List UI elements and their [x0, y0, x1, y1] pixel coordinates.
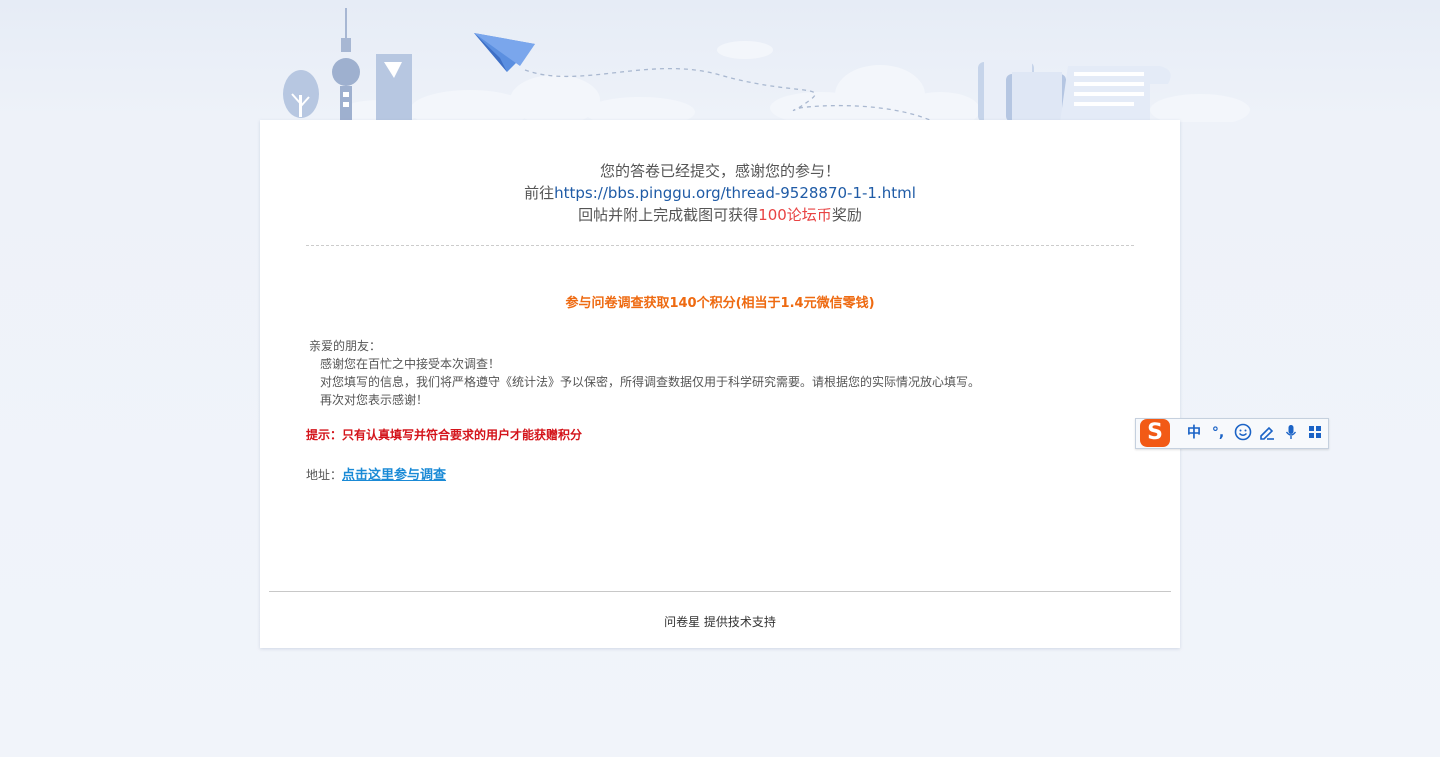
grid-icon[interactable] — [1305, 423, 1325, 443]
survey-address: 地址：点击这里参与调查 — [306, 464, 446, 483]
ime-language-toggle[interactable]: 中 — [1184, 423, 1204, 443]
letter-paragraph: 对您填写的信息，我们将严格遵守《统计法》予以保密，所得调查数据仅用于科学研究需要… — [320, 375, 981, 389]
forum-thread-link[interactable]: https://bbs.pinggu.org/thread-9528870-1-… — [554, 184, 916, 202]
survey-title: 参与问卷调查获取140个积分(相当于1.4元微信零钱) — [565, 296, 875, 311]
pen-icon[interactable] — [1257, 423, 1277, 443]
submitted-text: 您的答卷已经提交，感谢您的参与！ — [599, 162, 840, 180]
building-icon — [376, 54, 412, 122]
result-card: 您的答卷已经提交，感谢您的参与！ 前往https://bbs.pinggu.or… — [260, 120, 1180, 648]
footer-text: 提供技术支持 — [703, 615, 776, 629]
letter-paragraph: 感谢您在百忙之中接受本次调查！ — [320, 357, 501, 371]
letter-paragraph: 再次对您表示感谢！ — [320, 393, 429, 407]
footer-divider — [269, 591, 1171, 592]
invitation-letter: 亲爱的朋友： 感谢您在百忙之中接受本次调查！ 对您填写的信息，我们将严格遵守《统… — [306, 337, 980, 409]
tip-text: 提示：只有认真填写并符合要求的用户才能获赠积分 — [306, 428, 583, 442]
forum-link-line: 前往https://bbs.pinggu.org/thread-9528870-… — [524, 184, 916, 202]
submission-message: 您的答卷已经提交，感谢您的参与！ 前往https://bbs.pinggu.or… — [260, 160, 1180, 226]
books-icon — [978, 60, 1066, 122]
reward-amount: 100论坛币 — [758, 206, 832, 224]
footer: 问卷星 提供技术支持 — [260, 613, 1180, 630]
ime-punctuation-toggle[interactable]: °, — [1208, 423, 1228, 443]
header-illustration — [283, 8, 1250, 122]
letter-greeting: 亲爱的朋友： — [309, 339, 382, 353]
sogou-logo-icon[interactable]: S — [1140, 419, 1170, 447]
dashed-divider — [306, 245, 1134, 246]
address-label: 地址： — [306, 468, 343, 482]
reward-line: 回帖并附上完成截图可获得100论坛币奖励 — [578, 206, 862, 224]
ime-toolbar[interactable]: S 中 °, — [1135, 418, 1329, 449]
microphone-icon[interactable] — [1281, 423, 1301, 443]
paper-plane-icon — [474, 33, 535, 72]
smiley-icon[interactable] — [1233, 423, 1253, 443]
participate-survey-link[interactable]: 点击这里参与调查 — [342, 468, 446, 483]
tree-icon — [283, 70, 319, 118]
footer-brand[interactable]: 问卷星 — [664, 615, 700, 629]
